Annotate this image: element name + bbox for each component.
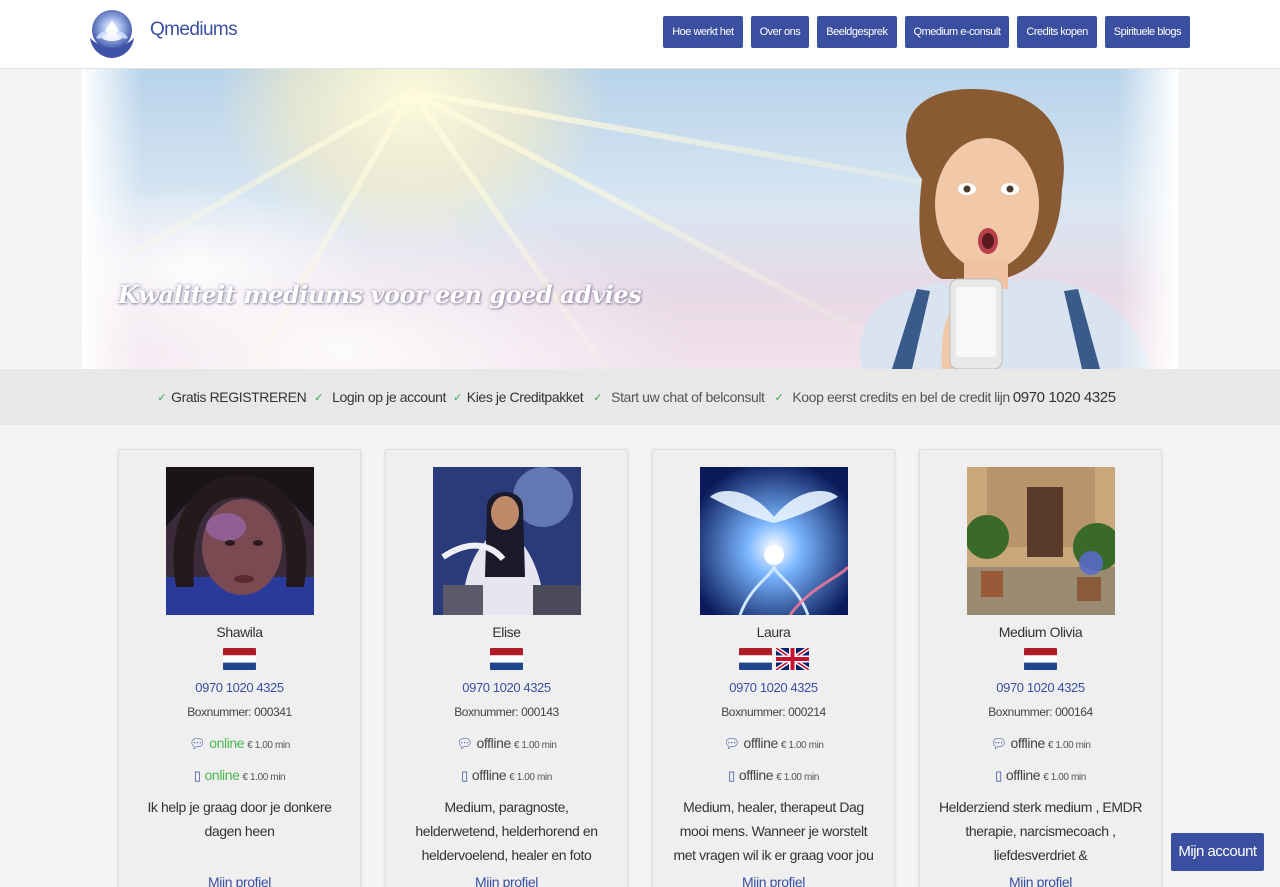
medium-description: Ik help je graag door je donkere dagen h… (147, 799, 332, 839)
medium-phone[interactable]: 0970 1020 4325 (653, 680, 894, 695)
medium-phone[interactable]: 0970 1020 4325 (386, 680, 627, 695)
hero-title: Kwaliteit mediums voor een goed advies (118, 280, 642, 309)
step-start-chat: ✓ Start uw chat of belconsult (593, 389, 765, 405)
chat-status[interactable]: 💬︎ offline € 1.00 min (653, 735, 894, 752)
step-creditpakket: ✓ Kies je Creditpakket (452, 389, 584, 405)
medium-phone[interactable]: 0970 1020 4325 (920, 680, 1161, 695)
sun-ray (409, 90, 644, 369)
chat-status[interactable]: 💬︎ offline € 1.00 min (920, 735, 1161, 752)
medium-photo[interactable] (700, 467, 848, 615)
check-icon: ✓ (314, 391, 324, 404)
step-login: ✓ Login op je account (314, 389, 446, 405)
flag-nl-icon (738, 648, 772, 670)
call-status[interactable]: ▯ offline € 1.00 min (653, 767, 894, 784)
medium-description: Medium, healer, therapeut Dag mooi mens.… (673, 799, 874, 863)
step-credit-lijn: ✓ Koop eerst credits en bel de credit li… (774, 388, 1117, 406)
woman-with-phone-image (860, 89, 1152, 369)
medium-photo[interactable] (433, 467, 581, 615)
box-number: Boxnummer: 000341 (187, 705, 292, 719)
check-icon: ✓ (593, 391, 603, 404)
medium-name[interactable]: Laura (653, 624, 894, 640)
flag-nl-icon (1024, 648, 1057, 670)
profile-link[interactable]: Mijn profiel (653, 874, 894, 887)
medium-description: Medium, paragnoste, helderwetend, helder… (415, 799, 598, 863)
check-icon: ✓ (157, 391, 167, 404)
check-icon: ✓ (452, 391, 462, 404)
chat-status[interactable]: 💬︎ online € 1.00 min (119, 735, 360, 752)
box-number: Boxnummer: 000214 (721, 705, 826, 719)
credit-line-phone[interactable]: 0970 1020 4325 (1013, 389, 1116, 406)
mobile-phone-icon: ▯ (461, 768, 468, 783)
sun-ray (219, 90, 415, 369)
box-number: Boxnummer: 000164 (988, 705, 1093, 719)
profile-link[interactable]: Mijn profiel (386, 874, 627, 887)
language-flags (119, 648, 360, 670)
medium-name[interactable]: Shawila (119, 624, 360, 640)
profile-link[interactable]: Mijn profiel (920, 874, 1161, 887)
my-account-button[interactable]: Mijn account (1171, 833, 1264, 871)
language-flags (653, 648, 894, 670)
language-flags (386, 648, 627, 670)
mobile-phone-icon: ▯ (995, 768, 1002, 783)
chat-bubble-icon: 💬︎ (723, 736, 740, 751)
medium-photo[interactable] (967, 467, 1115, 615)
call-status[interactable]: ▯ offline € 1.00 min (920, 767, 1161, 784)
chat-bubble-icon: 💬︎ (990, 736, 1007, 751)
nav-credits-kopen[interactable]: Credits kopen (1017, 16, 1097, 48)
flag-nl-icon (490, 648, 523, 670)
medium-description: Helderziend sterk medium , EMDR therapie… (938, 799, 1143, 863)
nav-spirituele-blogs[interactable]: Spirituele blogs (1104, 16, 1190, 48)
chat-bubble-icon: 💬︎ (456, 736, 473, 751)
check-icon: ✓ (774, 391, 784, 404)
flag-uk-icon (775, 648, 809, 670)
medium-name[interactable]: Elise (386, 624, 627, 640)
mobile-phone-icon: ▯ (728, 768, 735, 783)
medium-photo[interactable] (166, 467, 314, 615)
medium-card: Medium Olivia 0970 1020 4325 Boxnummer: … (919, 449, 1162, 887)
medium-card: Shawila 0970 1020 4325 Boxnummer: 000341… (118, 449, 361, 887)
chat-bubble-icon: 💬︎ (189, 736, 206, 751)
medium-name[interactable]: Medium Olivia (920, 624, 1161, 640)
call-status[interactable]: ▯ offline € 1.00 min (386, 767, 627, 784)
medium-card: Elise 0970 1020 4325 Boxnummer: 000143 💬… (385, 449, 628, 887)
language-flags (920, 648, 1161, 670)
nav-beeldgesprek[interactable]: Beeldgesprek (817, 16, 897, 48)
logo-icon[interactable] (82, 8, 142, 60)
step-register: ✓ Gratis REGISTREREN (157, 389, 307, 405)
nav-over-ons[interactable]: Over ons (750, 16, 810, 48)
nav-e-consult[interactable]: Qmedium e-consult (904, 16, 1010, 48)
call-status[interactable]: ▯ online € 1.00 min (119, 767, 360, 784)
flag-nl-icon (223, 648, 256, 670)
brand-name[interactable]: Qmediums (150, 19, 238, 41)
mobile-phone-icon: ▯ (193, 768, 201, 783)
nav-hoe-werkt-het[interactable]: Hoe werkt het (663, 16, 743, 48)
hero-banner (82, 69, 1178, 369)
medium-phone[interactable]: 0970 1020 4325 (119, 680, 360, 695)
steps-bar: ✓ Gratis REGISTREREN ✓ Login op je accou… (0, 369, 1280, 425)
main-nav: Hoe werkt het Over ons Beeldgesprek Qmed… (663, 16, 1190, 48)
medium-card: Laura 0970 1020 4325 Boxnummer: 000214 💬… (652, 449, 895, 887)
box-number: Boxnummer: 000143 (454, 705, 559, 719)
site-header: Qmediums Hoe werkt het Over ons Beeldges… (0, 0, 1280, 69)
chat-status[interactable]: 💬︎ offline € 1.00 min (386, 735, 627, 752)
profile-link[interactable]: Mijn profiel (119, 874, 360, 887)
